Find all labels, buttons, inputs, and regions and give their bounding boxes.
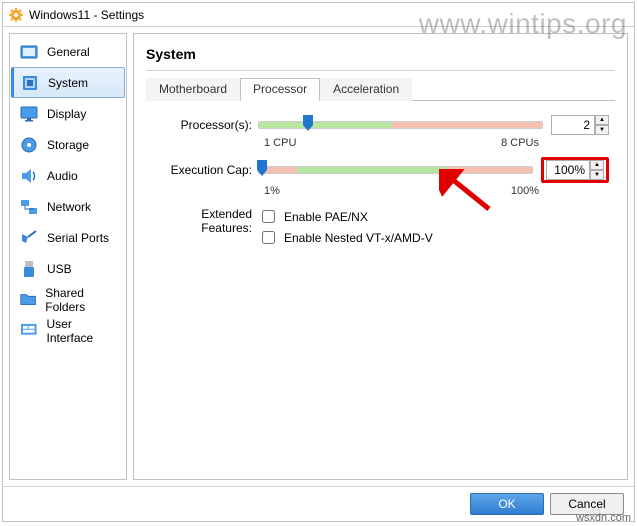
enable-pae-nx-checkbox[interactable] [262, 210, 275, 223]
execution-cap-spinner: ▲ ▼ [541, 157, 609, 183]
network-icon [19, 197, 39, 217]
processors-label: Processor(s): [152, 118, 258, 132]
sidebar-item-shared-folders[interactable]: Shared Folders [10, 284, 126, 315]
sidebar-item-label: USB [47, 262, 72, 276]
main-panel: System Motherboard Processor Acceleratio… [133, 33, 628, 480]
storage-icon [19, 135, 39, 155]
sidebar-item-audio[interactable]: Audio [10, 160, 126, 191]
execution-cap-scale: 1% 100% [264, 185, 539, 197]
extended-features-row: Extended Features: Enable PAE/NX Enable … [152, 205, 609, 249]
spin-down-button[interactable]: ▼ [595, 125, 609, 135]
tabs: Motherboard Processor Acceleration [146, 77, 615, 101]
audio-icon [19, 166, 39, 186]
page-title: System [146, 46, 615, 62]
sidebar-item-label: System [48, 76, 88, 90]
folder-icon [19, 290, 37, 310]
tab-content: Processor(s): ▲ [146, 101, 615, 249]
slider-thumb-icon[interactable] [255, 160, 269, 178]
extended-features-label: Extended Features: [152, 205, 258, 235]
sidebar-item-user-interface[interactable]: User Interface [10, 315, 126, 346]
tab-motherboard[interactable]: Motherboard [146, 78, 240, 101]
sidebar-item-display[interactable]: Display [10, 98, 126, 129]
sidebar-item-network[interactable]: Network [10, 191, 126, 222]
processors-slider[interactable] [258, 115, 543, 135]
sidebar-item-storage[interactable]: Storage [10, 129, 126, 160]
sidebar-item-label: Serial Ports [47, 231, 109, 245]
general-icon [19, 42, 39, 62]
execution-cap-input[interactable] [546, 160, 590, 180]
processors-row: Processor(s): ▲ [152, 115, 609, 135]
spin-down-button[interactable]: ▼ [590, 170, 604, 180]
ok-button[interactable]: OK [470, 493, 544, 515]
execution-cap-slider[interactable] [258, 160, 533, 180]
window-title: Windows11 - Settings [29, 8, 144, 22]
gear-icon [9, 8, 23, 22]
tab-processor[interactable]: Processor [240, 78, 320, 101]
processors-input[interactable] [551, 115, 595, 135]
tab-acceleration[interactable]: Acceleration [320, 78, 412, 101]
display-icon [19, 104, 39, 124]
sidebar-item-label: General [47, 45, 90, 59]
sidebar-item-label: Network [47, 200, 91, 214]
processors-scale: 1 CPU 8 CPUs [264, 137, 539, 149]
settings-window: Windows11 - Settings General System Disp… [2, 2, 635, 522]
execution-cap-label: Execution Cap: [152, 163, 258, 177]
sidebar-item-label: Audio [47, 169, 78, 183]
sidebar-item-label: Display [47, 107, 86, 121]
sidebar-item-usb[interactable]: USB [10, 253, 126, 284]
scale-max: 100% [511, 185, 539, 197]
scale-min: 1 CPU [264, 137, 296, 149]
slider-thumb-icon[interactable] [301, 115, 315, 133]
scale-min: 1% [264, 185, 280, 197]
sidebar-item-label: Storage [47, 138, 89, 152]
sidebar: General System Display Storage Audio Net… [9, 33, 127, 480]
execution-cap-row: Execution Cap: [152, 157, 609, 183]
dialog-footer: OK Cancel [3, 486, 634, 521]
sidebar-item-system[interactable]: System [11, 67, 125, 98]
system-icon [20, 73, 40, 93]
enable-nested-vt-label: Enable Nested VT-x/AMD-V [284, 231, 433, 245]
divider [146, 70, 615, 71]
enable-pae-nx-label: Enable PAE/NX [284, 210, 368, 224]
titlebar: Windows11 - Settings [3, 3, 634, 27]
sidebar-item-general[interactable]: General [10, 36, 126, 67]
sidebar-item-label: Shared Folders [45, 286, 120, 314]
enable-nested-vt-checkbox[interactable] [262, 231, 275, 244]
usb-icon [19, 259, 39, 279]
serial-port-icon [19, 228, 39, 248]
sidebar-item-label: User Interface [47, 317, 121, 345]
ui-icon [19, 321, 39, 341]
spin-up-button[interactable]: ▲ [595, 115, 609, 125]
sidebar-item-serial-ports[interactable]: Serial Ports [10, 222, 126, 253]
spin-up-button[interactable]: ▲ [590, 160, 604, 170]
processors-spinner: ▲ ▼ [551, 115, 609, 135]
source-watermark: wsxdn.com [576, 512, 631, 524]
scale-max: 8 CPUs [501, 137, 539, 149]
